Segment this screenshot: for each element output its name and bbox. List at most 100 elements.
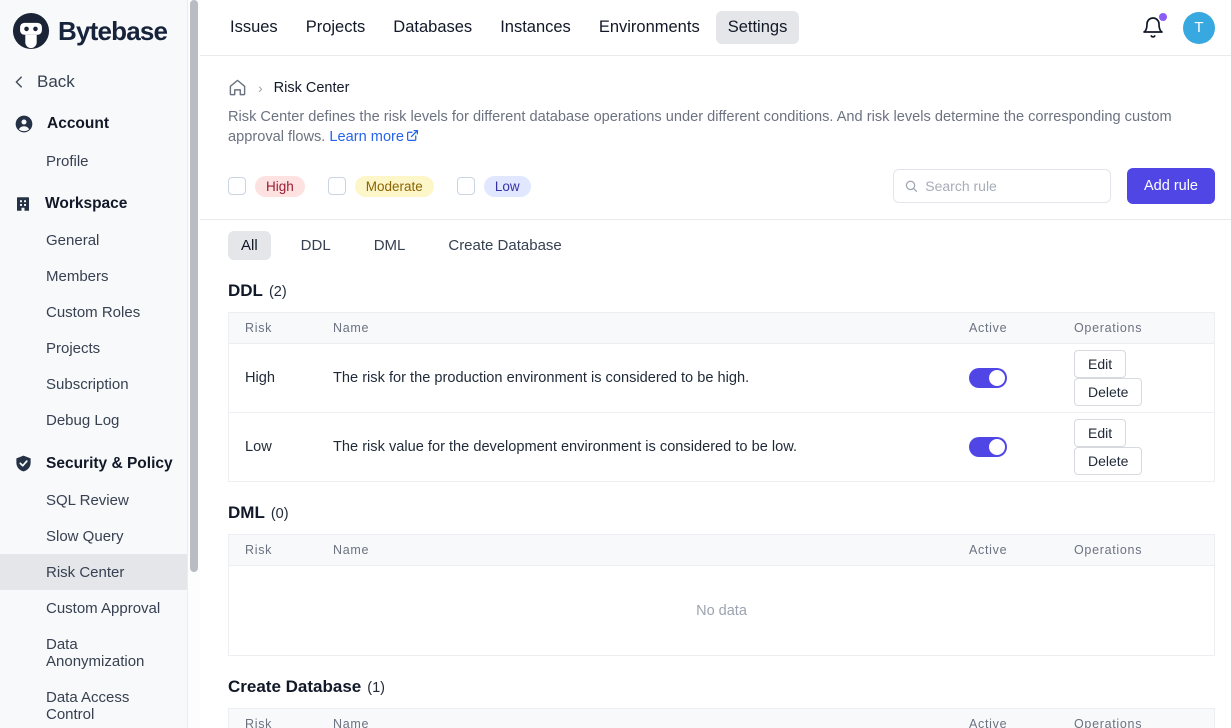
breadcrumb: › Risk Center [228,78,1215,97]
shield-icon [14,454,33,473]
edit-button[interactable]: Edit [1074,419,1126,447]
sidebar-section-workspace[interactable]: Workspace [0,186,187,222]
sidebar-section-security-policy[interactable]: Security & Policy [0,445,187,482]
column-header-operations: Operations [1058,313,1214,343]
active-toggle[interactable] [969,437,1007,457]
column-header-name: Name [317,709,953,728]
sidebar-item-slow-query[interactable]: Slow Query [0,518,187,554]
sidebar-item-debug-log[interactable]: Debug Log [0,402,187,438]
scrollbar-thumb[interactable] [190,0,198,572]
column-header-active: Active [953,709,1058,728]
sidebar-item-custom-approval[interactable]: Custom Approval [0,590,187,626]
learn-more-link[interactable]: Learn more [329,129,419,145]
table-header-row: RiskNameActiveOperations [229,709,1214,728]
section-title: Create Database(1) [228,677,1215,697]
toolbar-divider [200,219,1231,220]
active-toggle[interactable] [969,368,1007,388]
risk-badge-high: High [255,176,305,197]
chevron-left-icon [12,75,26,89]
sidebar-section-account[interactable]: Account [0,105,187,143]
rules-table: RiskNameActiveOperationsModerateCreating… [228,708,1215,728]
table-header-row: RiskNameActiveOperations [229,313,1214,344]
checkbox-low[interactable] [457,177,475,195]
rule-sections: DDL(2)RiskNameActiveOperationsHighThe ri… [228,281,1215,728]
table-row: HighThe risk for the production environm… [229,344,1214,412]
tab-dml[interactable]: DML [361,231,419,260]
table-row: LowThe risk value for the development en… [229,412,1214,481]
avatar[interactable]: T [1183,12,1215,44]
section-create-database: Create Database(1) RiskNameActiveOperatio… [228,677,1215,728]
sidebar-item-subscription[interactable]: Subscription [0,366,187,402]
nav-item-instances[interactable]: Instances [488,11,583,44]
rules-table: RiskNameActiveOperationsHighThe risk for… [228,312,1215,482]
section-count: (1) [367,680,385,696]
nav-item-databases[interactable]: Databases [381,11,484,44]
column-header-active: Active [953,535,1058,565]
back-button[interactable]: Back [0,58,187,98]
top-navigation-bar: IssuesProjectsDatabasesInstancesEnvironm… [200,0,1231,56]
risk-center-page: › Risk Center Risk Center defines the ri… [200,56,1231,728]
filter-low[interactable]: Low [457,176,531,197]
delete-button[interactable]: Delete [1074,447,1142,475]
nav-item-settings[interactable]: Settings [716,11,800,44]
section-title-text: DDL [228,281,263,301]
sidebar-item-data-anonymization[interactable]: Data Anonymization [0,626,187,679]
learn-more-label: Learn more [329,129,404,145]
section-count: (0) [271,506,289,522]
sidebar-section-label: Account [47,115,109,133]
page-description: Risk Center defines the risk levels for … [228,107,1215,147]
top-nav-items: IssuesProjectsDatabasesInstancesEnvironm… [218,11,803,44]
tab-all[interactable]: All [228,231,271,260]
chevron-right-icon: › [258,80,263,96]
sidebar-scrollbar[interactable] [188,0,200,728]
sidebar-item-risk-center[interactable]: Risk Center [0,554,187,590]
settings-sidebar: Bytebase Back Account Profile WorkspaceGen… [0,0,188,728]
sidebar-item-projects[interactable]: Projects [0,330,187,366]
filter-high[interactable]: High [228,176,305,197]
tab-create-database[interactable]: Create Database [435,231,574,260]
sidebar-item-general[interactable]: General [0,222,187,258]
home-icon[interactable] [228,78,247,97]
column-header-risk: Risk [229,709,317,728]
section-title: DDL (2) [228,281,1215,301]
section-ddl: DDL (2) RiskNameActiveOperationsHighThe ri… [228,281,1215,482]
nav-item-issues[interactable]: Issues [218,11,290,44]
tab-ddl[interactable]: DDL [288,231,344,260]
toggle-knob [989,370,1005,386]
bytebase-logo-icon [12,12,50,50]
avatar-initial: T [1194,19,1203,36]
sidebar-item-members[interactable]: Members [0,258,187,294]
brand-logo-row[interactable]: Bytebase [0,8,187,58]
sidebar-item-sql-review[interactable]: SQL Review [0,482,187,518]
sidebar-item-profile[interactable]: Profile [0,143,187,179]
building-icon [14,195,32,213]
nav-item-environments[interactable]: Environments [587,11,712,44]
back-label: Back [37,72,75,92]
search-rule-box[interactable] [893,169,1111,203]
column-header-name: Name [317,313,953,343]
column-header-name: Name [317,535,953,565]
external-link-icon [406,129,419,142]
checkbox-high[interactable] [228,177,246,195]
sidebar-item-custom-roles[interactable]: Custom Roles [0,294,187,330]
nav-item-projects[interactable]: Projects [294,11,378,44]
section-count: (2) [269,284,287,300]
edit-button[interactable]: Edit [1074,350,1126,378]
notifications-button[interactable] [1141,16,1165,40]
delete-button[interactable]: Delete [1074,378,1142,406]
sidebar-item-data-access-control[interactable]: Data Access Control [0,679,187,728]
name-cell: The risk for the production environment … [317,364,953,392]
filter-toolbar: High Moderate Low Add rule [228,168,1215,204]
sidebar-section-label: Security & Policy [46,455,173,473]
risk-level-filters: High Moderate Low [228,176,554,197]
toggle-knob [989,439,1005,455]
section-title-text: DML [228,503,265,523]
search-rule-input[interactable] [925,178,1100,194]
filter-moderate[interactable]: Moderate [328,176,434,197]
sidebar-nav: AccountProfileWorkspaceGeneralMembersCus… [0,105,187,728]
add-rule-button[interactable]: Add rule [1127,168,1215,204]
risk-badge-moderate: Moderate [355,176,434,197]
section-title: DML (0) [228,503,1215,523]
operations-cell: EditDelete [1058,344,1214,412]
checkbox-moderate[interactable] [328,177,346,195]
